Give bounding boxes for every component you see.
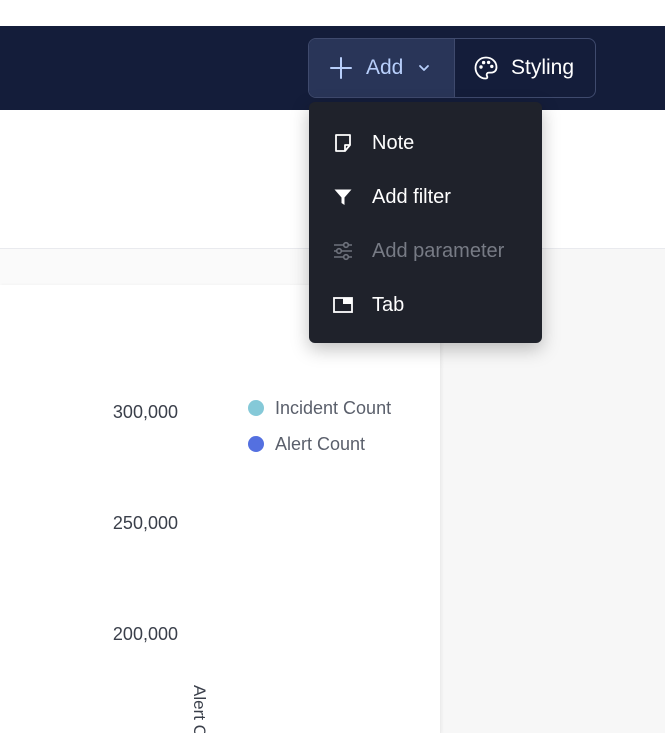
note-icon — [333, 133, 353, 153]
chevron-down-icon — [419, 65, 430, 71]
y-tick-label: 250,000 — [113, 513, 178, 533]
menu-item-label: Add parameter — [372, 239, 505, 262]
y-tick-label: 300,000 — [113, 402, 178, 422]
menu-item-label: Note — [372, 131, 415, 154]
tab-icon — [333, 295, 353, 315]
y-axis-ticks: 300,000 250,000 200,000 — [113, 402, 178, 644]
palette-icon — [474, 56, 498, 80]
menu-item-add-parameter[interactable]: Add parameter — [309, 224, 542, 278]
legend-label[interactable]: Alert Count — [275, 434, 365, 454]
menu-item-label: Add filter — [372, 185, 451, 208]
toolbar-button-group: Add Styling — [308, 38, 596, 98]
legend-swatch — [248, 436, 264, 452]
add-button-label: Add — [366, 56, 404, 79]
chart-legend: Incident Count Alert Count — [248, 398, 391, 454]
chart-svg: 300,000 250,000 200,000 Incident Count Aler… — [113, 398, 391, 733]
legend-swatch — [248, 400, 264, 416]
plus-icon — [330, 57, 352, 79]
menu-item-tab[interactable]: Tab — [309, 278, 542, 332]
styling-button[interactable]: Styling — [455, 39, 595, 97]
y-tick-label: 200,000 — [113, 624, 178, 644]
menu-item-label: Tab — [372, 293, 405, 316]
dashboard-editor: Add Styling 300,000 250,000 200,000 Incide… — [0, 0, 665, 733]
menu-item-add-filter[interactable]: Add filter — [309, 170, 542, 224]
sliders-icon — [333, 241, 353, 261]
y-axis-label: Alert C — [190, 685, 209, 733]
legend-label[interactable]: Incident Count — [275, 398, 391, 418]
menu-item-note[interactable]: Note — [309, 116, 542, 170]
add-button[interactable]: Add — [309, 39, 455, 97]
filter-icon — [333, 187, 353, 207]
styling-button-label: Styling — [511, 56, 575, 79]
add-dropdown-menu: Note Add filter Add parameter Tab — [309, 102, 542, 343]
